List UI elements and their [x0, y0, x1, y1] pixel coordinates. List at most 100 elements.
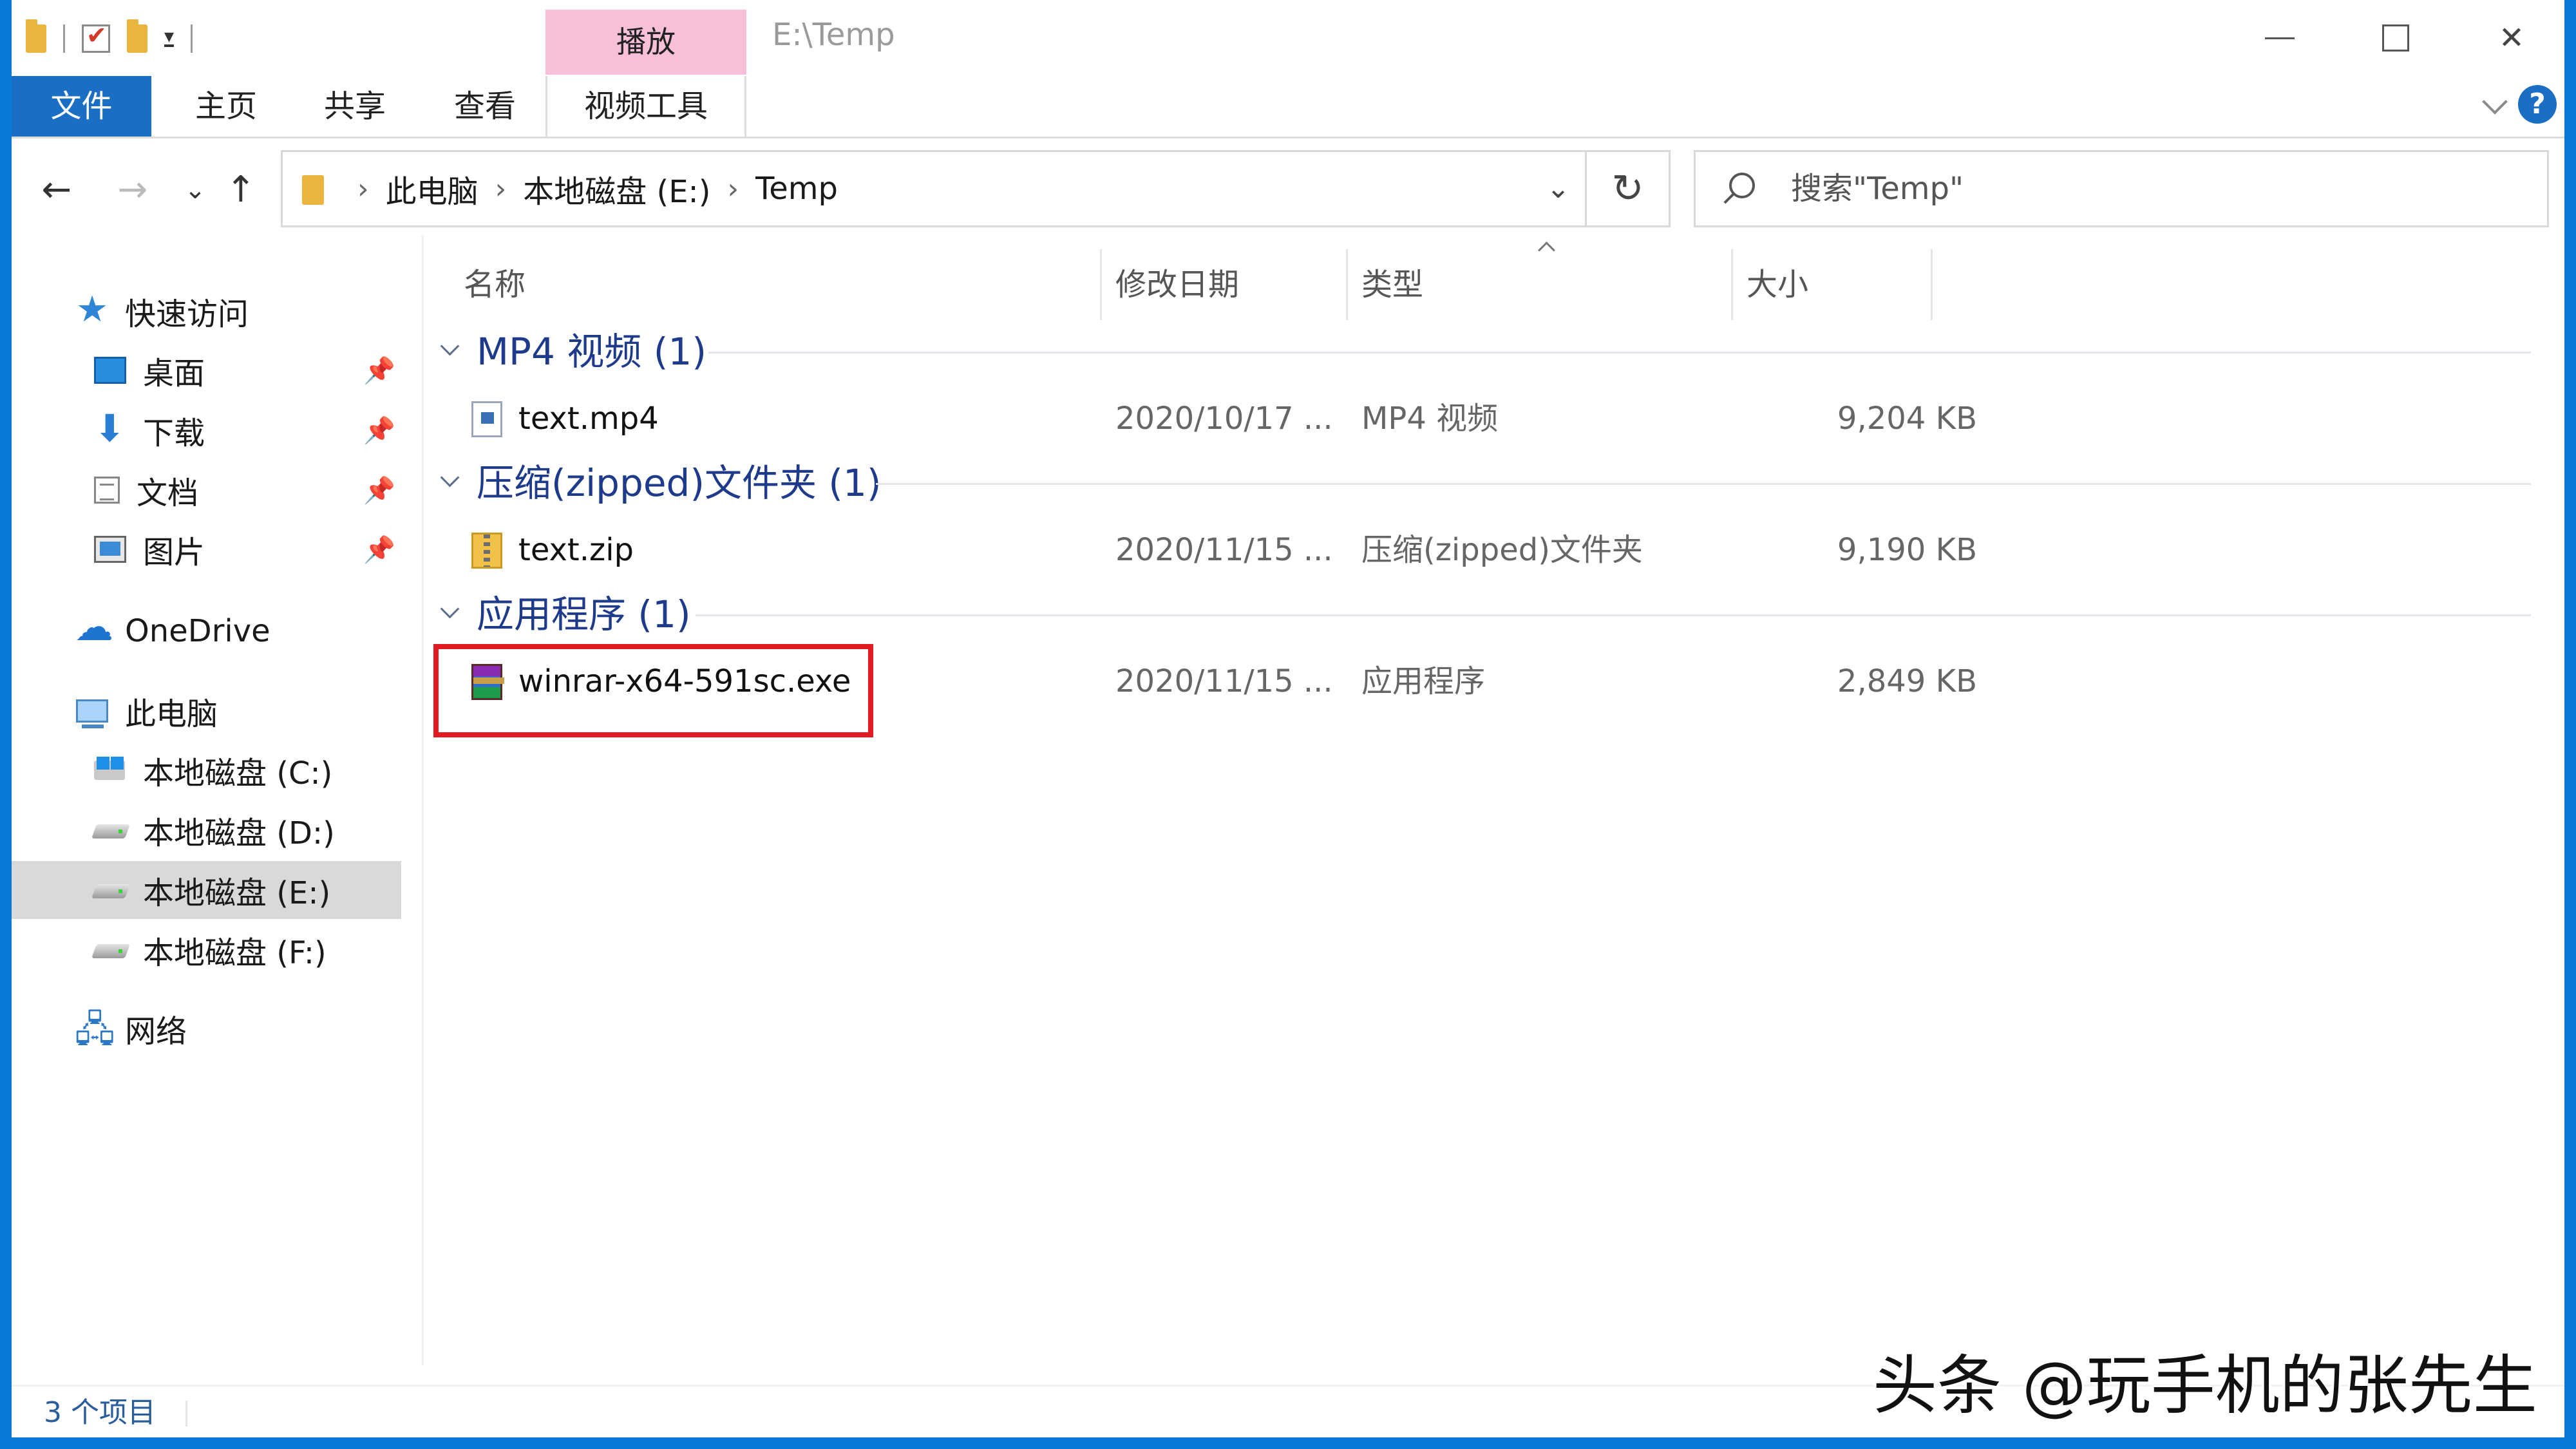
file-list: 名称 修改日期 类型 大小 MP4 视频 (1) text.mp4 2020/1… [425, 235, 2564, 1365]
chevron-down-icon[interactable] [440, 471, 457, 488]
nav-drive-e[interactable]: 本地磁盘 (E:) [12, 861, 401, 919]
pin-icon: 📌 [363, 535, 395, 565]
column-divider[interactable] [1731, 249, 1733, 320]
back-arrow-icon[interactable]: ← [31, 164, 82, 216]
desktop-icon [94, 357, 126, 384]
nav-label: 本地磁盘 (E:) [143, 875, 331, 911]
nav-drive-d[interactable]: 本地磁盘 (D:) [12, 801, 401, 859]
chevron-down-icon[interactable]: ⌄ [1528, 152, 1589, 225]
drive-icon [94, 936, 126, 963]
column-header-date[interactable]: 修改日期 [1115, 249, 1239, 320]
tab-video-tools[interactable]: 视频工具 [545, 76, 746, 137]
group-divider [696, 614, 2531, 616]
group-header[interactable]: MP4 视频 (1) [425, 323, 2550, 381]
file-size: 9,190 KB [1837, 532, 1977, 568]
chevron-right-icon[interactable]: › [727, 173, 739, 205]
pin-icon: 📌 [363, 416, 395, 446]
nav-item-pictures[interactable]: 图片 📌 [12, 520, 401, 578]
search-input[interactable] [1791, 152, 2499, 225]
refresh-button[interactable]: ↻ [1587, 150, 1671, 227]
toolbar-divider [63, 24, 65, 53]
column-divider[interactable] [1931, 249, 1933, 320]
address-bar[interactable]: › 此电脑 › 本地磁盘 (E:) › Temp ⌄ [281, 150, 1587, 227]
group-header[interactable]: 应用程序 (1) [425, 585, 2550, 643]
breadcrumb: › 此电脑 › 本地磁盘 (E:) › Temp [341, 152, 838, 225]
pin-icon: 📌 [363, 476, 395, 506]
file-row[interactable]: text.mp4 2020/10/17 ... MP4 视频 9,204 KB [425, 390, 2550, 448]
nav-item-desktop[interactable]: 桌面 📌 [12, 341, 401, 399]
tab-file[interactable]: 文件 [12, 76, 151, 137]
group-divider [708, 352, 2531, 354]
nav-label: 本地磁盘 (D:) [143, 815, 335, 851]
nav-drive-f[interactable]: 本地磁盘 (F:) [12, 921, 401, 979]
nav-label: 文档 [137, 475, 199, 511]
file-date: 2020/11/15 ... [1115, 663, 1333, 699]
help-icon[interactable]: ? [2518, 85, 2557, 124]
pictures-icon [94, 536, 126, 563]
nav-label: 图片 [143, 535, 205, 571]
windows-drive-icon [94, 757, 126, 784]
item-count: 3 个项目 [44, 1396, 156, 1429]
nav-label: 快速访问 [125, 296, 249, 332]
forward-arrow-icon[interactable]: → [107, 164, 158, 216]
tab-home[interactable]: 主页 [171, 76, 281, 137]
column-divider[interactable] [1100, 249, 1102, 320]
file-type: MP4 视频 [1361, 401, 1499, 437]
search-icon [1729, 173, 1755, 198]
group-name: MP4 视频 (1) [477, 330, 706, 374]
nav-this-pc[interactable]: 此电脑 [12, 682, 401, 740]
file-size: 2,849 KB [1837, 663, 1977, 699]
title-bar: ▾ 播放 E:\Temp ✕ [12, 0, 2564, 76]
nav-label: 网络 [125, 1014, 187, 1050]
chevron-right-icon[interactable]: › [357, 173, 369, 205]
window-title: E:\Temp [772, 17, 895, 53]
breadcrumb-temp[interactable]: Temp [755, 171, 838, 207]
nav-label: 本地磁盘 (F:) [143, 935, 327, 971]
tab-share[interactable]: 共享 [300, 76, 410, 137]
group-divider [876, 483, 2531, 485]
nav-item-documents[interactable]: 文档 📌 [12, 461, 401, 519]
watermark: 头条 @玩手机的张先生 [1873, 1348, 2537, 1423]
video-file-icon [471, 401, 502, 437]
zip-folder-icon [471, 533, 502, 569]
expand-ribbon-icon[interactable] [2482, 90, 2508, 116]
column-header-type[interactable]: 类型 [1361, 249, 1423, 320]
column-header-size[interactable]: 大小 [1747, 249, 1808, 320]
maximize-button[interactable] [2338, 0, 2454, 76]
customize-toolbar-icon[interactable]: ▾ [164, 27, 175, 47]
file-name: text.zip [518, 532, 634, 568]
computer-icon [76, 699, 108, 728]
file-type: 压缩(zipped)文件夹 [1361, 532, 1643, 568]
ribbon-tabs: 文件 主页 共享 查看 视频工具 ? [12, 76, 2564, 138]
breadcrumb-this-pc[interactable]: 此电脑 [386, 166, 478, 211]
highlight-annotation [433, 644, 873, 737]
breadcrumb-drive-e[interactable]: 本地磁盘 (E:) [523, 166, 710, 211]
properties-icon[interactable] [82, 21, 110, 53]
nav-drive-c[interactable]: 本地磁盘 (C:) [12, 741, 401, 799]
status-divider [185, 1401, 187, 1426]
chevron-down-icon[interactable] [440, 602, 457, 619]
group-header[interactable]: 压缩(zipped)文件夹 (1) [425, 454, 2550, 512]
search-box[interactable] [1694, 150, 2549, 227]
minimize-icon [2265, 37, 2295, 39]
tab-view[interactable]: 查看 [430, 76, 540, 137]
close-button[interactable]: ✕ [2454, 0, 2564, 76]
file-type: 应用程序 [1361, 663, 1486, 699]
chevron-down-icon[interactable] [440, 339, 457, 356]
file-row[interactable]: text.zip 2020/11/15 ... 压缩(zipped)文件夹 9,… [425, 521, 2550, 579]
new-folder-icon[interactable] [127, 19, 147, 53]
file-explorer-window: ▾ 播放 E:\Temp ✕ 文件 主页 共享 查看 视频工具 ? ← → ⌄ … [12, 0, 2564, 1437]
column-divider[interactable] [1346, 249, 1348, 320]
nav-onedrive[interactable]: OneDrive [12, 602, 401, 660]
drive-icon [94, 876, 126, 904]
minimize-button[interactable] [2222, 0, 2338, 76]
nav-quick-access[interactable]: 快速访问 [12, 282, 401, 340]
column-header-name[interactable]: 名称 [464, 249, 526, 320]
quick-access-toolbar: ▾ [26, 18, 193, 59]
chevron-right-icon[interactable]: › [495, 173, 507, 205]
nav-item-downloads[interactable]: 下载 📌 [12, 401, 401, 459]
nav-network[interactable]: 网络 [12, 999, 401, 1065]
folder-icon [302, 175, 324, 205]
recent-locations-icon[interactable]: ⌄ [169, 164, 221, 216]
up-arrow-icon[interactable]: ↑ [215, 164, 267, 216]
